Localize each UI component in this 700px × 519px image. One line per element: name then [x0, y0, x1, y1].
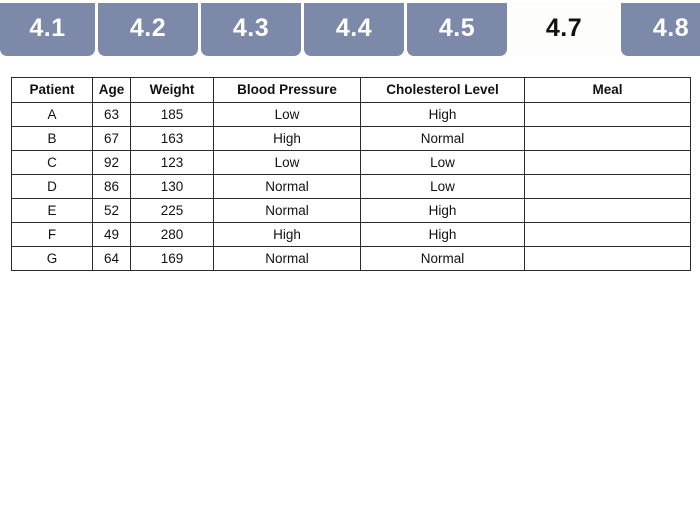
cell-weight: 225	[130, 198, 214, 223]
cell-meal[interactable]	[524, 102, 691, 127]
patient-table: Patient Age Weight Blood Pressure Choles…	[11, 77, 691, 271]
cell-cholesterol-level: High	[360, 102, 525, 127]
cell-patient: E	[11, 198, 93, 223]
table-header: Patient Age Weight Blood Pressure Choles…	[11, 77, 691, 103]
table-row: G 64 169 Normal Normal	[11, 246, 691, 271]
cell-blood-pressure: Low	[213, 150, 361, 175]
table-row: E 52 225 Normal High	[11, 198, 691, 223]
tab-4-5[interactable]: 4.5	[407, 3, 507, 56]
table-row: C 92 123 Low Low	[11, 150, 691, 175]
tab-4-3[interactable]: 4.3	[201, 3, 301, 56]
cell-age: 63	[92, 102, 131, 127]
tab-4-2[interactable]: 4.2	[98, 3, 198, 56]
table-body: A 63 185 Low High B 67 163 High Normal C 92 123 Low Lo…	[11, 102, 691, 271]
cell-weight: 130	[130, 174, 214, 199]
cell-meal[interactable]	[524, 222, 691, 247]
cell-blood-pressure: High	[213, 126, 361, 151]
cell-meal[interactable]	[524, 150, 691, 175]
cell-cholesterol-level: Normal	[360, 246, 525, 271]
table-row: D 86 130 Normal Low	[11, 174, 691, 199]
cell-weight: 280	[130, 222, 214, 247]
patient-table-container: Patient Age Weight Blood Pressure Choles…	[11, 77, 691, 271]
cell-weight: 163	[130, 126, 214, 151]
cell-patient: B	[11, 126, 93, 151]
tab-4-1[interactable]: 4.1	[0, 3, 95, 56]
cell-blood-pressure: High	[213, 222, 361, 247]
column-header-meal: Meal	[524, 77, 691, 103]
column-header-age: Age	[92, 77, 131, 103]
cell-age: 92	[92, 150, 131, 175]
table-header-row: Patient Age Weight Blood Pressure Choles…	[11, 77, 691, 103]
cell-cholesterol-level: High	[360, 222, 525, 247]
empty-page-area	[0, 272, 700, 519]
cell-patient: F	[11, 222, 93, 247]
table-row: B 67 163 High Normal	[11, 126, 691, 151]
tab-strip: 4.1 4.2 4.3 4.4 4.5 4.7 4.8	[0, 3, 700, 56]
cell-age: 64	[92, 246, 131, 271]
cell-patient: C	[11, 150, 93, 175]
cell-meal[interactable]	[524, 246, 691, 271]
cell-weight: 185	[130, 102, 214, 127]
column-header-weight: Weight	[130, 77, 214, 103]
cell-cholesterol-level: Low	[360, 174, 525, 199]
cell-patient: G	[11, 246, 93, 271]
table-row: F 49 280 High High	[11, 222, 691, 247]
cell-blood-pressure: Normal	[213, 246, 361, 271]
cell-meal[interactable]	[524, 198, 691, 223]
cell-patient: A	[11, 102, 93, 127]
cell-weight: 123	[130, 150, 214, 175]
cell-age: 86	[92, 174, 131, 199]
tab-4-7[interactable]: 4.7	[510, 3, 618, 56]
column-header-patient: Patient	[11, 77, 93, 103]
cell-blood-pressure: Normal	[213, 198, 361, 223]
cell-meal[interactable]	[524, 126, 691, 151]
cell-weight: 169	[130, 246, 214, 271]
cell-blood-pressure: Low	[213, 102, 361, 127]
cell-meal[interactable]	[524, 174, 691, 199]
column-header-blood-pressure: Blood Pressure	[213, 77, 361, 103]
cell-age: 49	[92, 222, 131, 247]
cell-cholesterol-level: High	[360, 198, 525, 223]
tab-4-8[interactable]: 4.8	[621, 3, 700, 56]
cell-blood-pressure: Normal	[213, 174, 361, 199]
cell-age: 67	[92, 126, 131, 151]
cell-age: 52	[92, 198, 131, 223]
tab-4-4[interactable]: 4.4	[304, 3, 404, 56]
cell-patient: D	[11, 174, 93, 199]
column-header-cholesterol-level: Cholesterol Level	[360, 77, 525, 103]
cell-cholesterol-level: Low	[360, 150, 525, 175]
table-row: A 63 185 Low High	[11, 102, 691, 127]
cell-cholesterol-level: Normal	[360, 126, 525, 151]
